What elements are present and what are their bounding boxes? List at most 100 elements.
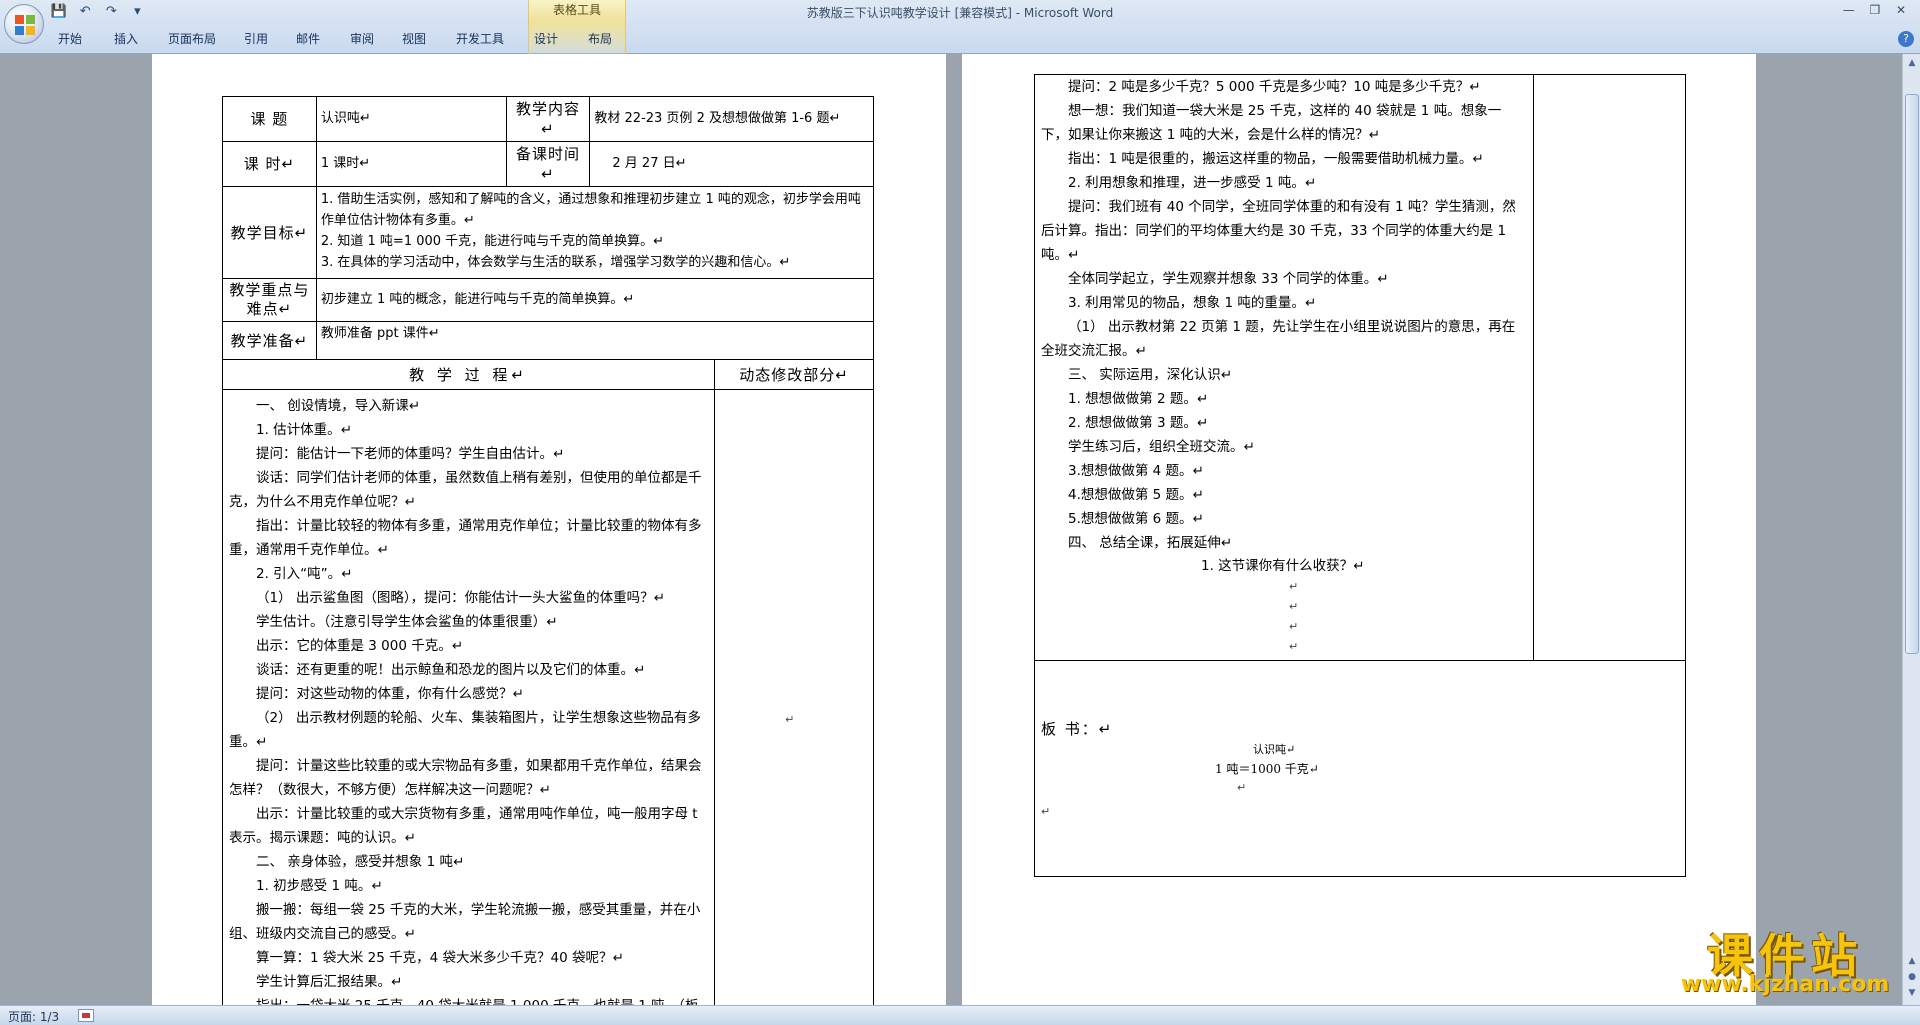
board-title: 认识吨↵ xyxy=(1253,743,1296,756)
p1-paragraph: 出示：它的体重是 3 000 千克。↵ xyxy=(256,638,464,654)
p1-paragraph: 指出：计量比较轻的物体有多重，通常用克作单位；计量比较重的物体有多重，通常用千克… xyxy=(229,518,702,558)
p2-paragraph: 全体同学起立，学生观察并想象 33 个同学的体重。↵ xyxy=(1068,271,1389,287)
modify-cell-continued[interactable] xyxy=(1533,74,1686,661)
p1-paragraph: 1. 估计体重。↵ xyxy=(256,422,352,438)
tab-design[interactable]: 设计 xyxy=(534,27,558,51)
p1-paragraph: 2. 引入“吨”。↵ xyxy=(256,566,353,582)
restore-icon[interactable]: ❐ xyxy=(1864,2,1886,18)
document-page-2[interactable]: 提问：2 吨是多少千克？5 000 千克是多少吨？10 吨是多少千克？↵ 想一想：… xyxy=(962,54,1756,1005)
hours-label: 课 时↵ xyxy=(222,141,317,187)
next-page-icon[interactable]: ▼ xyxy=(1905,986,1919,1000)
goal-2: 2. 知道 1 吨=1 000 千克，能进行吨与千克的简单换算。↵ xyxy=(320,234,665,249)
p1-paragraph: 谈话：还有更重的呢！出示鲸鱼和恐龙的图片以及它们的体重。↵ xyxy=(256,662,646,678)
prep-value[interactable]: 教师准备 ppt 课件↵ xyxy=(315,321,875,360)
p2-paragraph: 学生练习后，组织全班交流。↵ xyxy=(1068,439,1255,455)
help-icon[interactable]: ? xyxy=(1898,31,1914,47)
scroll-up-icon[interactable]: ▲ xyxy=(1905,56,1919,70)
p1-paragraph: 搬一搬：每组一袋 25 千克的大米，学生轮流搬一搬，感受其重量，并在小组、班级内… xyxy=(229,902,701,942)
date-label: 备课时间↵ xyxy=(505,141,591,187)
p1-paragraph: 提问：能估计一下老师的体重吗？学生自由估计。↵ xyxy=(256,446,565,462)
summary-question: 1. 这节课你有什么收获？↵ xyxy=(1201,558,1365,574)
process-cell[interactable]: 一、 创设情境，导入新课↵ 1. 估计体重。↵ 提问：能估计一下老师的体重吗？学生自… xyxy=(221,389,716,1005)
lesson-plan-table: 课 题 认识吨↵ 教学内容↵ 教材 22-23 页例 2 及想想做做第 1-6 … xyxy=(221,96,875,1005)
status-bar: 页面: 1/3 xyxy=(0,1005,1920,1025)
p2-paragraph: 4.想想做做第 5 题。↵ xyxy=(1068,487,1204,503)
document-page-1[interactable]: 课 题 认识吨↵ 教学内容↵ 教材 22-23 页例 2 及想想做做第 1-6 … xyxy=(152,54,946,1005)
tab-view[interactable]: 视图 xyxy=(402,27,426,51)
watermark-url: www.kjzhan.com xyxy=(1680,972,1890,997)
tab-layout[interactable]: 布局 xyxy=(588,27,612,51)
paragraph-mark: ↵ xyxy=(1289,640,1299,653)
modify-header: 动态修改部分↵ xyxy=(714,359,874,390)
lesson-plan-table-continued: 提问：2 吨是多少千克？5 000 千克是多少吨？10 吨是多少千克？↵ 想一想：… xyxy=(1033,74,1686,877)
tab-references[interactable]: 引用 xyxy=(244,27,268,51)
p1-paragraph: 算一算：1 袋大米 25 千克，4 袋大米多少千克？40 袋呢？↵ xyxy=(256,950,624,966)
paragraph-mark: ↵ xyxy=(1041,805,1051,818)
tab-developer[interactable]: 开发工具 xyxy=(456,27,504,51)
p2-paragraph: 四、 总结全课，拓展延伸↵ xyxy=(1068,535,1233,551)
prep-label: 教学准备↵ xyxy=(222,321,317,360)
page-count[interactable]: 页面: 1/3 xyxy=(8,1008,59,1025)
window-controls: — ❐ ✕ xyxy=(1838,2,1912,20)
tab-insert[interactable]: 插入 xyxy=(114,27,138,51)
p1-paragraph: 一、 创设情境，导入新课↵ xyxy=(256,398,421,414)
tab-mailings[interactable]: 邮件 xyxy=(296,27,320,51)
hours-value[interactable]: 1 课时↵ xyxy=(315,141,507,187)
p1-paragraph: 谈话：同学们估计老师的体重，虽然数值上稍有差别，但使用的单位都是千克，为什么不用… xyxy=(229,470,702,510)
ribbon: 💾 ↶ ↷ ▾ 苏教版三下认识吨教学设计 [兼容模式] - Microsoft … xyxy=(0,0,1920,54)
table-tools-label: 表格工具 xyxy=(552,3,601,17)
p2-paragraph: 想一想：我们知道一袋大米是 25 千克，这样的 40 袋就是 1 吨。想象一下，… xyxy=(1041,103,1502,143)
board-cell[interactable]: 板 书：↵ 认识吨↵ 1 吨＝1000 千克↵ ↵ ↵ xyxy=(1034,660,1686,877)
process-cell-continued[interactable]: 提问：2 吨是多少千克？5 000 千克是多少吨？10 吨是多少千克？↵ 想一想：… xyxy=(1033,74,1535,661)
p2-paragraph: 5.想想做做第 6 题。↵ xyxy=(1068,511,1204,527)
p2-paragraph: 提问：我们班有 40 个同学，全班同学体重的和有没有 1 吨？学生猜测，然后计算… xyxy=(1041,199,1516,263)
minimize-icon[interactable]: — xyxy=(1838,2,1860,18)
p1-paragraph: （1） 出示鲨鱼图（图略），提问：你能估计一头大鲨鱼的体重吗？↵ xyxy=(256,590,665,606)
process-paragraphs: 一、 创设情境，导入新课↵ 1. 估计体重。↵ 提问：能估计一下老师的体重吗？学生自… xyxy=(229,394,708,1005)
topic-label: 课 题 xyxy=(222,96,317,142)
paragraph-mark: ↵ xyxy=(1289,580,1299,593)
select-browse-icon[interactable]: ● xyxy=(1905,970,1919,984)
vertical-scrollbar[interactable]: ▲ ▲ ● ▼ xyxy=(1902,54,1920,1005)
topic-value[interactable]: 认识吨↵ xyxy=(315,96,507,142)
prev-page-icon[interactable]: ▲ xyxy=(1905,954,1919,968)
p1-paragraph: 指出：一袋大米 25 千克，40 袋大米就是 1 000 千克，也就是 1 吨。… xyxy=(229,994,708,1005)
p1-paragraph: 学生估计。（注意引导学生体会鲨鱼的体重很重）↵ xyxy=(256,614,558,630)
spell-check-icon[interactable] xyxy=(78,1009,94,1022)
p2-paragraph: 3. 利用常见的物品，想象 1 吨的重量。↵ xyxy=(1068,295,1317,311)
tab-page-layout[interactable]: 页面布局 xyxy=(168,27,216,51)
modify-cell[interactable]: ↵ xyxy=(714,389,874,1005)
board-formula: 1 吨＝1000 千克↵ xyxy=(1215,762,1319,776)
paragraph-mark: ↵ xyxy=(785,713,795,726)
p2-paragraph: 指出：1 吨是很重的，搬运这样重的物品，一般需要借助机械力量。↵ xyxy=(1068,151,1484,167)
p1-paragraph: 学生计算后汇报结果。↵ xyxy=(256,974,403,990)
p1-paragraph: （2） 出示教材例题的轮船、火车、集装箱图片，让学生想象这些物品有多重。↵ xyxy=(229,710,701,750)
p2-paragraph: 三、 实际运用，深化认识↵ xyxy=(1068,367,1233,383)
p2-paragraph: 3.想想做做第 4 题。↵ xyxy=(1068,463,1204,479)
content-value[interactable]: 教材 22-23 页例 2 及想想做做第 1-6 题↵ xyxy=(589,96,874,142)
p1-paragraph: 二、 亲身体验，感受并想象 1 吨↵ xyxy=(256,854,465,870)
watermark-logo: 课件站 www.kjzhan.com xyxy=(1670,920,1900,1000)
p2-paragraph: 2. 想想做做第 3 题。↵ xyxy=(1068,415,1209,431)
p2-paragraph: 1. 想想做做第 2 题。↵ xyxy=(1068,391,1209,407)
p1-paragraph: 提问：对这些动物的体重，你有什么感觉？↵ xyxy=(256,686,524,702)
paragraph-mark: ↵ xyxy=(1289,600,1299,613)
goal-1: 1. 借助生活实例，感知和了解吨的含义，通过想象和推理初步建立 1 吨的观念，初… xyxy=(320,192,861,228)
tab-review[interactable]: 审阅 xyxy=(350,27,374,51)
key-points-value[interactable]: 初步建立 1 吨的概念，能进行吨与千克的简单换算。↵ xyxy=(315,278,875,322)
p1-paragraph: 出示：计量比较重的或大宗货物有多重，通常用吨作单位，吨一般用字母 t 表示。揭示… xyxy=(229,806,698,846)
paragraph-mark: ↵ xyxy=(1289,620,1299,633)
goal-3: 3. 在具体的学习活动中，体会数学与生活的联系，增强学习数学的兴趣和信心。↵ xyxy=(320,255,791,270)
close-icon[interactable]: ✕ xyxy=(1890,2,1912,18)
goals-label: 教学目标↵ xyxy=(222,186,317,279)
date-value[interactable]: 2 月 27 日↵ xyxy=(589,141,874,187)
tab-home[interactable]: 开始 xyxy=(58,27,82,51)
content-label: 教学内容↵ xyxy=(505,96,591,142)
goals-cell[interactable]: 1. 借助生活实例，感知和了解吨的含义，通过想象和推理初步建立 1 吨的观念，初… xyxy=(315,186,875,279)
document-area: 课 题 认识吨↵ 教学内容↵ 教材 22-23 页例 2 及想想做做第 1-6 … xyxy=(0,54,1902,1005)
window-title: 苏教版三下认识吨教学设计 [兼容模式] - Microsoft Word xyxy=(806,6,1114,20)
p2-paragraph: （1） 出示教材第 22 页第 1 题，先让学生在小组里说说图片的意思，再在全班… xyxy=(1041,319,1516,359)
p1-paragraph: 提问：计量这些比较重的或大宗物品有多重，如果都用千克作单位，结果会怎样？（数很大… xyxy=(229,758,702,798)
scrollbar-thumb[interactable] xyxy=(1905,94,1919,654)
p2-paragraph: 提问：2 吨是多少千克？5 000 千克是多少吨？10 吨是多少千克？↵ xyxy=(1068,79,1481,95)
